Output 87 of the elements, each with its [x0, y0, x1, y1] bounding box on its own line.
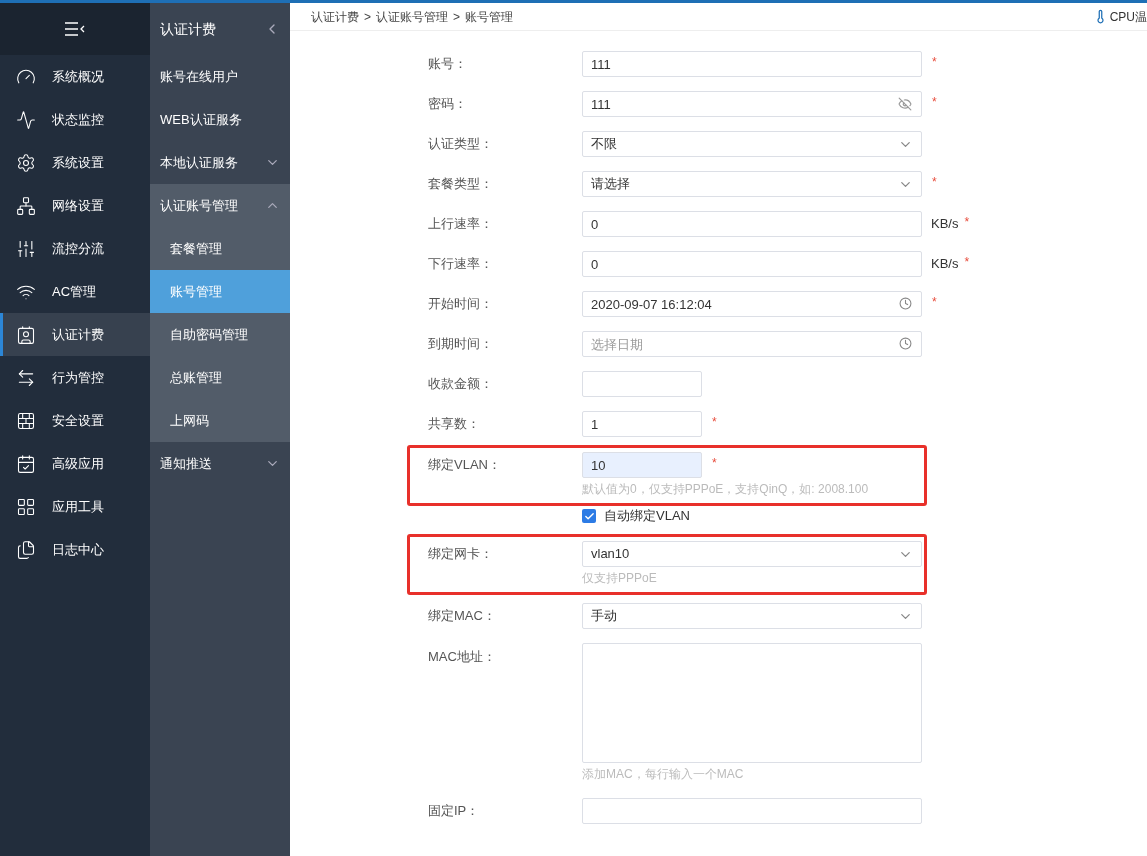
sidebar-item[interactable]: 应用工具 [0, 485, 150, 528]
submenu-title: 认证计费 [160, 19, 216, 39]
date-field[interactable]: 2020-09-07 16:12:04 [582, 291, 922, 317]
required-mark: * [964, 254, 970, 271]
input-field[interactable]: 0 [582, 211, 922, 237]
field-label: 绑定MAC： [428, 607, 497, 625]
field-label: 下行速率： [428, 255, 494, 273]
input-field[interactable] [582, 371, 702, 397]
submenu-subitem[interactable]: 上网码 [150, 399, 290, 442]
field-label: 到期时间： [428, 335, 494, 353]
breadcrumb-separator: > [364, 8, 371, 26]
submenu-subitem[interactable]: 自助密码管理 [150, 313, 290, 356]
input-field[interactable] [582, 798, 922, 824]
sidebar-item[interactable]: 行为管控 [0, 356, 150, 399]
required-mark: * [712, 414, 717, 431]
submenu-item[interactable]: 认证账号管理 [150, 184, 290, 227]
select-field[interactable]: vlan10 [582, 541, 922, 567]
arrows-icon [16, 367, 36, 388]
required-mark: * [932, 94, 937, 111]
field-label: 收款金额： [428, 375, 494, 393]
input-field[interactable]: 1 [582, 411, 702, 437]
select-field[interactable]: 请选择 [582, 171, 922, 197]
id-card-icon [16, 324, 36, 345]
breadcrumb-link[interactable]: 账号管理 [465, 7, 514, 26]
required-mark: * [932, 294, 937, 311]
sidebar-item[interactable]: 状态监控 [0, 98, 150, 141]
date-field[interactable]: 选择日期 [582, 331, 922, 357]
field-label: MAC地址： [428, 648, 497, 666]
pulse-icon [16, 109, 36, 130]
checkbox-label: 自动绑定VLAN [604, 507, 690, 526]
menu-toggle-button[interactable] [0, 3, 150, 55]
submenu-subitem[interactable]: 套餐管理 [150, 227, 290, 270]
field-label: 认证类型： [428, 135, 494, 153]
field-label: 套餐类型： [428, 175, 494, 193]
submenu-item[interactable]: 账号在线用户 [150, 55, 290, 98]
network-icon [16, 195, 36, 216]
calendar-check-icon [16, 453, 36, 474]
hint-text: 仅支持PPPoE [582, 570, 658, 587]
field-label: 开始时间： [428, 295, 494, 313]
field-label: 固定IP： [428, 802, 481, 820]
files-icon [16, 539, 36, 560]
submenu-item[interactable]: 本地认证服务 [150, 141, 290, 184]
grid-icon [16, 496, 36, 517]
sidebar-item[interactable]: 流控分流 [0, 227, 150, 270]
required-mark: * [712, 455, 717, 472]
input-field[interactable]: 0 [582, 251, 922, 277]
hint-text: 默认值为0，仅支持PPPoE，支持QinQ，如: 2008.100 [582, 481, 869, 498]
field-label: 绑定网卡： [428, 545, 494, 563]
textarea-field[interactable] [582, 643, 922, 763]
sidebar-item[interactable]: 系统概况 [0, 55, 150, 98]
password-field[interactable]: 111 [582, 91, 922, 117]
breadcrumb-link[interactable]: 认证计费 [311, 7, 359, 26]
field-label: 共享数： [428, 415, 481, 433]
sidebar-item[interactable]: 网络设置 [0, 184, 150, 227]
unit-label: KB/s [931, 255, 959, 273]
field-label: 密码： [428, 95, 468, 113]
sidebar-item[interactable]: 认证计费 [0, 313, 150, 356]
submenu-item[interactable]: 通知推送 [150, 442, 290, 485]
clock-icon [899, 337, 912, 350]
input-field[interactable]: 111 [582, 51, 922, 77]
menu-collapse-icon [64, 21, 86, 37]
brick-wall-icon [16, 410, 36, 431]
field-label: 上行速率： [428, 215, 494, 233]
field-label: 绑定VLAN： [428, 456, 502, 474]
sidebar-item[interactable]: AC管理 [0, 270, 150, 313]
eye-off-icon[interactable] [898, 97, 912, 111]
select-field[interactable]: 不限 [582, 131, 922, 157]
clock-icon [899, 297, 912, 310]
sidebar-item[interactable]: 高级应用 [0, 442, 150, 485]
sidebar-item[interactable]: 系统设置 [0, 141, 150, 184]
submenu-item[interactable]: WEB认证服务 [150, 98, 290, 141]
field-label: 账号： [428, 55, 468, 73]
checkbox[interactable] [582, 509, 596, 523]
select-field[interactable]: 手动 [582, 603, 922, 629]
sidebar-item[interactable]: 日志中心 [0, 528, 150, 571]
breadcrumb-link[interactable]: 认证账号管理 [376, 7, 448, 26]
input-field[interactable]: 10 [582, 452, 702, 478]
required-mark: * [932, 174, 937, 191]
sliders-icon [16, 238, 36, 259]
unit-label: KB/s [931, 215, 959, 233]
required-mark: * [932, 54, 937, 71]
settings-icon [16, 152, 36, 173]
cpu-temperature-label: CPU温 [1109, 8, 1147, 26]
submenu-subitem[interactable]: 总账管理 [150, 356, 290, 399]
sidebar-item[interactable]: 安全设置 [0, 399, 150, 442]
required-mark: * [964, 214, 970, 231]
breadcrumb-separator: > [453, 8, 461, 26]
